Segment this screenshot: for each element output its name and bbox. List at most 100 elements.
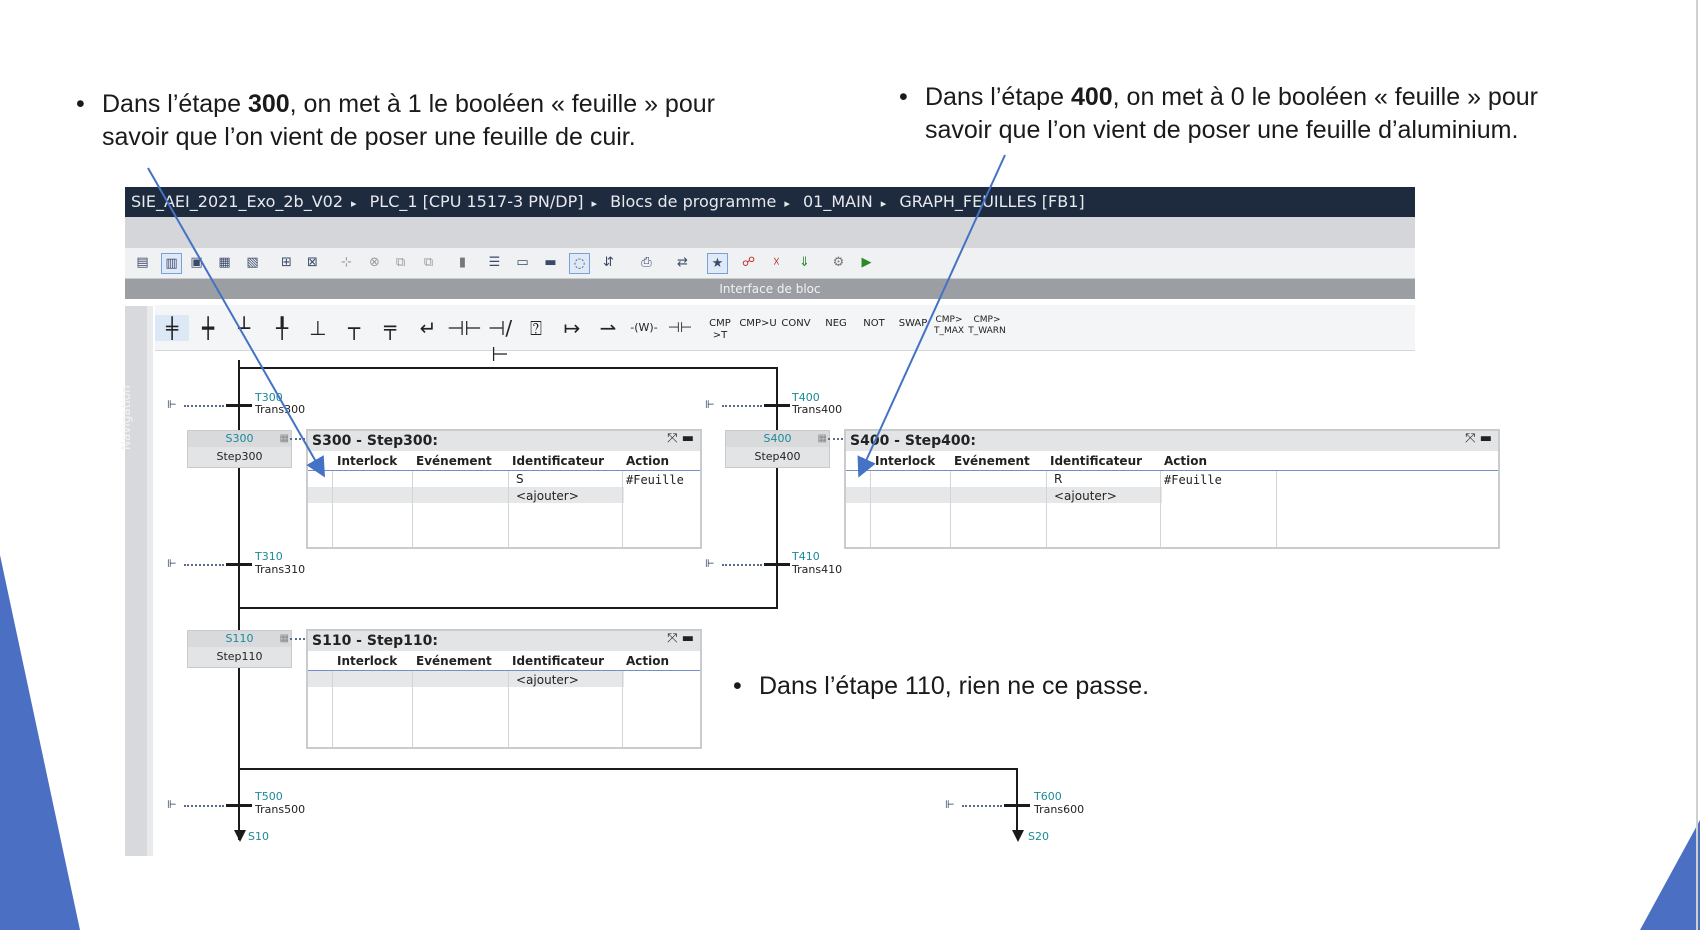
print-icon[interactable]: ⎙: [637, 253, 656, 272]
step-icon[interactable]: ┿: [191, 315, 225, 341]
panel-window-controls-icon[interactable]: ⤧ ▬: [1465, 431, 1492, 446]
connect-icon[interactable]: ☍: [739, 253, 758, 272]
jump-target-s20[interactable]: S20: [1028, 830, 1049, 843]
disconnect-icon[interactable]: ☓: [767, 253, 786, 272]
compare-contact-icon[interactable]: ⊣⊢: [663, 315, 697, 341]
view-sequence-icon[interactable]: ▥: [161, 253, 182, 274]
clear-icon[interactable]: ⊗: [365, 253, 384, 272]
col-event: Evénement: [416, 654, 492, 668]
insert-row-icon[interactable]: ⊞: [277, 253, 296, 272]
breadcrumb-plc[interactable]: PLC_1 [CPU 1517-3 PN/DP]: [364, 187, 590, 217]
transition-bar-t600[interactable]: [1004, 804, 1030, 807]
breadcrumb-fb1[interactable]: GRAPH_FEUILLES [FB1]: [893, 187, 1090, 217]
list-icon[interactable]: ☰: [485, 253, 504, 272]
coil-icon[interactable]: -(W)-: [627, 315, 661, 341]
transition-pin-icon[interactable]: ⊩: [167, 558, 181, 570]
cmp-t-button[interactable]: CMP >T: [701, 318, 739, 344]
col-identifier: Identificateur: [512, 454, 605, 468]
close-branch2-icon[interactable]: ⇀: [591, 315, 625, 341]
block-interface-bar[interactable]: Interface de bloc: [125, 279, 1415, 299]
jump-icon[interactable]: ╀: [265, 315, 299, 341]
branch-top-line: [238, 367, 778, 369]
comment-icon[interactable]: ◌: [569, 253, 590, 274]
step-box-s110[interactable]: S110 ▦ Step110: [187, 630, 292, 668]
swap-button[interactable]: SWAP: [894, 318, 932, 344]
action-cell[interactable]: #Feuille: [1164, 472, 1222, 488]
no-contact-icon[interactable]: ⊣⊢: [447, 315, 482, 341]
nc-contact-icon[interactable]: ⊣/⊢: [483, 315, 517, 366]
window-icon[interactable]: ▭: [513, 253, 532, 272]
editor-toolbar: ▤ ▥ ▣ ▦ ▧ ⊞ ⊠ ⊹ ⊗ ⧉ ⧉ ▮ ☰ ▭ ▬ ◌ ⇵ ⎙ ⇄ ★ …: [125, 248, 1415, 279]
step-transition-icon[interactable]: ╪: [155, 315, 189, 341]
transition-pin-icon[interactable]: ⊩: [167, 399, 181, 411]
compare-icon[interactable]: ⇄: [673, 253, 692, 272]
grid-icon: ▦: [279, 433, 289, 444]
cmp-tmax-button[interactable]: CMP> T_MAX: [930, 315, 968, 341]
step-box-s400[interactable]: S400 ▦ Step400: [725, 430, 830, 468]
breadcrumb-main[interactable]: 01_MAIN: [797, 187, 879, 217]
empty-box-icon[interactable]: ⍰: [519, 315, 553, 341]
absolute-icon[interactable]: ⊹: [337, 253, 356, 272]
transition-bar-t300[interactable]: [226, 404, 252, 407]
breadcrumb-project[interactable]: SIE_AEI_2021_Exo_2b_V02: [125, 187, 349, 217]
view-alarm-icon[interactable]: ▧: [243, 253, 262, 272]
favorite-icon[interactable]: ★: [707, 253, 728, 274]
step-box-s300[interactable]: S300 ▦ Step300: [187, 430, 292, 468]
open-branch-icon[interactable]: ↦: [555, 315, 589, 341]
conv-button[interactable]: CONV: [777, 318, 815, 344]
transition-bar-t400[interactable]: [764, 404, 790, 407]
jump-target-s10[interactable]: S10: [248, 830, 269, 843]
transition-icon[interactable]: ┴: [227, 315, 261, 341]
sim-branch-icon[interactable]: ╤: [373, 315, 407, 341]
monitor-on-icon[interactable]: ▶: [857, 253, 876, 272]
transition-pin-icon[interactable]: ⊩: [945, 799, 959, 811]
delete-row-icon[interactable]: ⊠: [303, 253, 322, 272]
identifier-cell[interactable]: S: [516, 471, 524, 487]
add-row-cell[interactable]: <ajouter>: [1054, 488, 1117, 504]
insert-network-icon[interactable]: ▤: [133, 253, 152, 272]
graph-elements-toolbar: ╪ ┿ ┴ ╀ ⊥ ┬ ╤ ↵ ⊣⊢ ⊣/⊢ ⍰ ↦ ⇀ -(W)- ⊣⊢ CM…: [155, 305, 1415, 366]
copy-icon[interactable]: ⧉: [391, 253, 410, 272]
cmp-u-button[interactable]: CMP>U: [739, 318, 777, 344]
close-branch-icon[interactable]: ↵: [411, 315, 445, 341]
transition-dotline: [722, 405, 762, 407]
paste-icon[interactable]: ⧉: [419, 253, 438, 272]
panel-window-controls-icon[interactable]: ⤧ ▬: [667, 631, 694, 646]
cmp-twarn-button[interactable]: CMP> T_WARN: [968, 315, 1006, 341]
transition-pin-icon[interactable]: ⊩: [705, 399, 719, 411]
transition-dotline: [184, 564, 224, 566]
action-cell[interactable]: #Feuille: [626, 472, 684, 488]
breadcrumb-blocks[interactable]: Blocs de programme: [604, 187, 782, 217]
col-identifier: Identificateur: [512, 654, 605, 668]
panel-window-controls-icon[interactable]: ⤧ ▬: [667, 431, 694, 446]
settings-icon[interactable]: ⚙: [829, 253, 848, 272]
add-row-cell[interactable]: <ajouter>: [516, 672, 579, 688]
jump-arrow-icon: [234, 830, 246, 842]
not-button[interactable]: NOT: [855, 318, 893, 344]
view-permanent-icon[interactable]: ▦: [215, 253, 234, 272]
transition-bar-t500[interactable]: [226, 804, 252, 807]
alt-branch-icon[interactable]: ┬: [337, 315, 371, 341]
view-single-step-icon[interactable]: ▣: [187, 253, 206, 272]
navigation-label: Navigation: [119, 385, 133, 450]
sort-icon[interactable]: ⇵: [599, 253, 618, 272]
panel-title: S300 - Step300:: [308, 431, 700, 451]
neg-button[interactable]: NEG: [817, 318, 855, 344]
transition-name-t310: Trans310: [255, 563, 306, 576]
monitor-icon[interactable]: ▮: [453, 253, 472, 272]
grid-icon: ▦: [817, 433, 827, 444]
identifier-cell[interactable]: R: [1054, 471, 1062, 487]
transition-dotline: [722, 564, 762, 566]
header-band: [125, 217, 1415, 248]
transition-id-t600: T600: [1034, 790, 1062, 803]
transition-dotline: [184, 805, 224, 807]
navigation-splitter[interactable]: [147, 306, 153, 856]
download-icon[interactable]: ⇓: [795, 253, 814, 272]
add-row-cell[interactable]: <ajouter>: [516, 488, 579, 504]
sequence-end-icon[interactable]: ⊥: [301, 315, 335, 341]
transition-pin-icon[interactable]: ⊩: [167, 799, 181, 811]
transition-pin-icon[interactable]: ⊩: [705, 558, 719, 570]
transition-bar-t410[interactable]: [764, 563, 790, 566]
panel-icon[interactable]: ▬: [541, 253, 560, 272]
transition-bar-t310[interactable]: [226, 563, 252, 566]
